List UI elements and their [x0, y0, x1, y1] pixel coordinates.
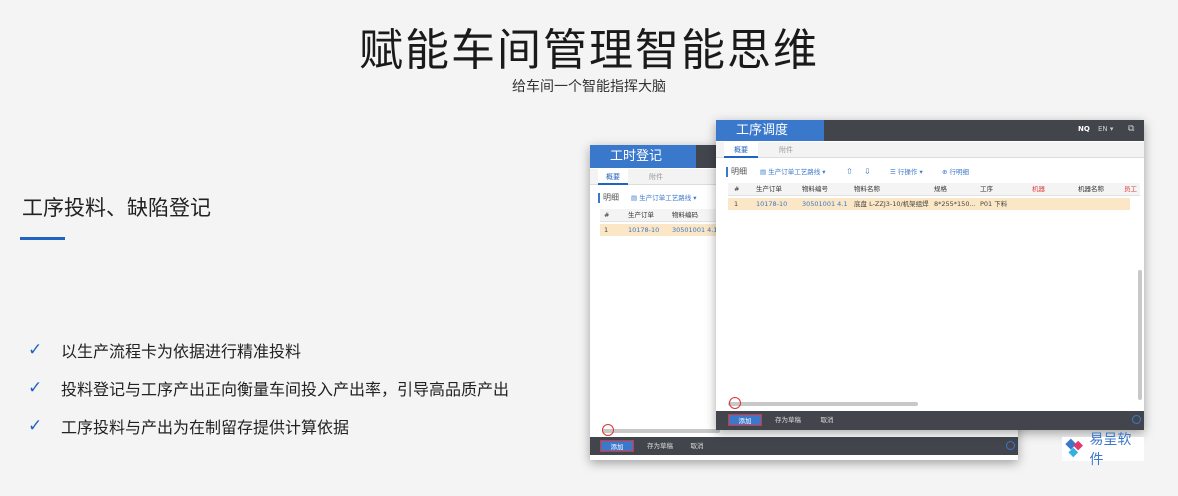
- check-icon: ✓: [28, 340, 43, 360]
- row-index: 1: [734, 200, 739, 208]
- logo-mark-icon: [1065, 438, 1083, 458]
- process-dispatch-window: 工序调度 NQ EN ▾ ⧉ 概要 附件 明细 ▤ 生产订单工艺路线 ▾ ⇧ ⇩…: [716, 120, 1144, 430]
- eye-icon[interactable]: [1006, 441, 1015, 450]
- feature-text: 投料登记与工序产出正向衡量车间投入产出率，引导高品质产出: [61, 380, 510, 399]
- save-draft-button[interactable]: 存为草稿: [768, 414, 808, 426]
- source-label: 生产订单工艺路线: [768, 168, 821, 176]
- horizontal-scrollbar[interactable]: [728, 402, 918, 406]
- column-header: 员工: [1124, 185, 1137, 193]
- section-title: 工序投料、缺陷登记: [22, 196, 211, 220]
- detail-toolbar: 明细 ▤ 生产订单工艺路线 ▾ ⇧ ⇩ ☰ 行操作 ▾ ⊕ 行明细: [716, 164, 1144, 180]
- detail-text: 明细: [731, 167, 747, 176]
- row-index: 1: [604, 226, 609, 234]
- tab-summary[interactable]: 概要: [724, 142, 758, 158]
- column-header: 工序: [980, 185, 993, 193]
- feature-item: ✓ 以生产流程卡为依据进行精准投料: [28, 331, 509, 369]
- add-button[interactable]: 添加: [728, 414, 762, 426]
- column-header: #: [604, 211, 610, 219]
- section-underline: [20, 237, 65, 240]
- detail-label: 明细: [598, 190, 619, 206]
- action-bar: 添加 存为草稿 取消: [716, 411, 1144, 430]
- spec-value: 8*255*150...: [934, 200, 976, 208]
- row-detail-button[interactable]: ⊕ 行明细: [942, 164, 969, 180]
- action-bar: 添加 存为草稿 取消: [590, 437, 1018, 455]
- tab-bar: 概要 附件: [716, 142, 1144, 158]
- table-header: # 生产订单 物料编号 物料名称 规格 工序 机器 机器名称 员工: [728, 183, 1140, 196]
- tab-summary[interactable]: 概要: [598, 169, 628, 185]
- detail-label: 明细: [726, 164, 747, 180]
- user-badge[interactable]: NQ: [1078, 125, 1090, 133]
- cancel-button[interactable]: 取消: [684, 440, 710, 452]
- chevron-down-icon: ▾: [822, 168, 826, 176]
- brand-logo: 易呈软件: [1062, 432, 1144, 468]
- window-title: 工时登记: [590, 145, 696, 168]
- eye-icon[interactable]: [1132, 415, 1141, 424]
- language-select[interactable]: EN ▾: [1098, 125, 1113, 133]
- process-value: P01 下料: [980, 200, 1008, 208]
- order-link[interactable]: 10178-10: [628, 224, 659, 236]
- table-row[interactable]: 1 10178-10 30501001 4.1 底盘 L-ZZJ3-10/机架组…: [728, 198, 1130, 210]
- source-dropdown[interactable]: ▤ 生产订单工艺路线 ▾: [760, 164, 826, 180]
- section-marker: [598, 192, 600, 203]
- order-link[interactable]: 10178-10: [756, 198, 787, 210]
- column-header: #: [734, 185, 740, 193]
- material-link[interactable]: 30501001 4.1: [672, 224, 718, 236]
- row-detail-label: 行明细: [949, 168, 970, 176]
- column-header: 机器名称: [1078, 185, 1104, 193]
- feature-list: ✓ 以生产流程卡为依据进行精准投料 ✓ 投料登记与工序产出正向衡量车间投入产出率…: [28, 331, 509, 445]
- page-subtitle: 给车间一个智能指挥大脑: [512, 79, 666, 95]
- move-down-icon[interactable]: ⇩: [864, 164, 871, 180]
- source-label: 生产订单工艺路线: [639, 194, 692, 202]
- column-header: 生产订单: [628, 211, 654, 219]
- check-icon: ✓: [28, 416, 43, 436]
- page-title: 赋能车间管理智能思维: [359, 25, 819, 76]
- material-name: 底盘 L-ZZJ3-10/机架组焊: [854, 200, 929, 208]
- column-header: 物料名称: [854, 185, 880, 193]
- cancel-button[interactable]: 取消: [814, 414, 840, 426]
- material-link[interactable]: 30501001 4.1: [802, 198, 848, 210]
- language-label: EN: [1098, 125, 1108, 133]
- column-header: 物料编码: [672, 211, 698, 219]
- source-dropdown[interactable]: ▤ 生产订单工艺路线 ▾: [631, 190, 697, 206]
- column-header: 规格: [934, 185, 947, 193]
- detail-text: 明细: [603, 193, 619, 202]
- row-operations-dropdown[interactable]: ☰ 行操作 ▾: [890, 164, 923, 180]
- save-draft-button[interactable]: 存为草稿: [640, 440, 680, 452]
- chevron-down-icon: ▾: [693, 194, 697, 202]
- column-header: 生产订单: [756, 185, 782, 193]
- external-link-icon[interactable]: ⧉: [1128, 124, 1134, 134]
- table-row[interactable]: 1 10178-10 30501001 4.1: [600, 224, 728, 236]
- feature-text: 工序投料与产出为在制留存提供计算依据: [61, 418, 350, 437]
- zoom-icon: ⊕: [942, 168, 948, 176]
- column-header: 物料编号: [802, 185, 828, 193]
- feature-item: ✓ 投料登记与工序产出正向衡量车间投入产出率，引导高品质产出: [28, 369, 509, 407]
- tab-attachments[interactable]: 附件: [766, 142, 806, 158]
- feature-item: ✓ 工序投料与产出为在制留存提供计算依据: [28, 407, 509, 445]
- tab-attachments[interactable]: 附件: [636, 169, 676, 185]
- vertical-scrollbar[interactable]: [1138, 270, 1142, 400]
- row-ops-label: 行操作: [897, 168, 918, 176]
- logo-text: 易呈软件: [1089, 432, 1132, 468]
- move-up-icon[interactable]: ⇧: [846, 164, 853, 180]
- section-marker: [726, 166, 728, 177]
- horizontal-scrollbar[interactable]: [602, 429, 720, 433]
- feature-text: 以生产流程卡为依据进行精准投料: [61, 342, 302, 361]
- check-icon: ✓: [28, 378, 43, 398]
- window-title: 工序调度: [716, 120, 824, 141]
- add-row-highlight: [729, 397, 741, 409]
- add-row-highlight: [602, 424, 614, 436]
- column-header: 机器: [1032, 185, 1045, 193]
- table-header: # 生产订单 物料编码: [600, 209, 728, 222]
- add-button[interactable]: 添加: [600, 440, 634, 452]
